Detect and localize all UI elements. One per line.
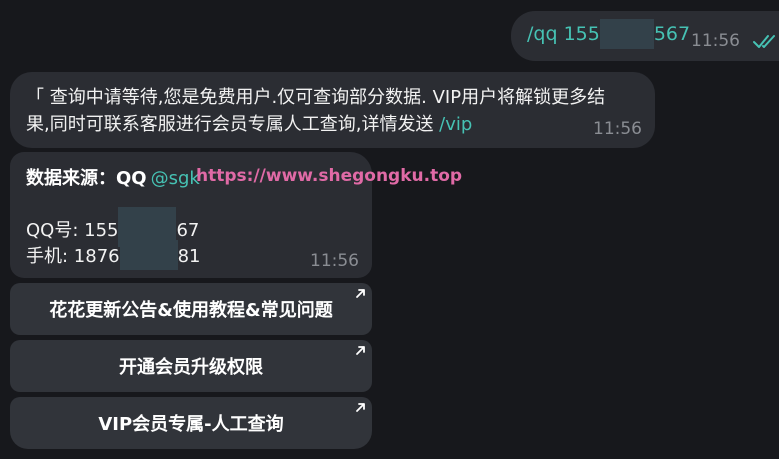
button-label: 花花更新公告&使用教程&常见问题 — [49, 300, 333, 321]
phone-number-line: 手机: 1876 81 — [26, 240, 201, 270]
qq-visible-end: 67 — [176, 220, 200, 241]
phone-visible-start: 1876 — [73, 246, 120, 267]
incoming-result-message[interactable]: 数据来源：QQ @sgk https://www.shegongku.top QQ… — [10, 152, 462, 278]
outgoing-message[interactable]: /qq 155 567 11:56 — [511, 11, 779, 61]
chat-view: /qq 155 567 11:56 「 查询中请等待,您是免费用户.仅可查询部分数… — [0, 0, 779, 459]
notice-line-2-text: 果,同时可联系客服进行会员专属人工查询,详情发送 — [26, 114, 440, 135]
command-text: /qq — [527, 23, 558, 45]
external-link-arrow-icon — [356, 403, 365, 412]
button-label: VIP会员专属-人工查询 — [98, 414, 284, 435]
message-time: 11:56 — [593, 119, 642, 139]
redaction-mask — [599, 19, 654, 49]
message-time: 11:56 — [691, 31, 740, 51]
watermark-url: https://www.shegongku.top — [196, 166, 463, 186]
qq-label: QQ号: — [26, 220, 85, 241]
outgoing-message-text: /qq 155 567 — [527, 19, 691, 49]
data-source-line: 数据来源：QQ @sgk — [26, 164, 200, 190]
number-visible-end: 567 — [653, 23, 691, 45]
data-source-label: 数据来源：QQ — [26, 168, 147, 189]
notice-line-2: 果,同时可联系客服进行会员专属人工查询,详情发送 /vip — [26, 111, 646, 138]
redaction-mask — [119, 240, 178, 270]
button-label: 开通会员升级权限 — [119, 357, 263, 378]
phone-label: 手机: — [26, 246, 74, 267]
external-link-arrow-icon — [356, 289, 365, 298]
message-time: 11:56 — [310, 251, 359, 271]
bot-mention-link[interactable]: @sgk — [151, 168, 200, 189]
notice-text: 「 查询中请等待,您是免费用户.仅可查询部分数据. VIP用户将解锁更多结 果,… — [26, 84, 646, 138]
announcement-tutorial-button[interactable]: 花花更新公告&使用教程&常见问题 — [10, 283, 372, 335]
notice-line-1: 「 查询中请等待,您是免费用户.仅可查询部分数据. VIP用户将解锁更多结 — [26, 87, 606, 108]
external-link-arrow-icon — [356, 346, 365, 355]
upgrade-membership-button[interactable]: 开通会员升级权限 — [10, 340, 372, 392]
double-check-icon — [753, 35, 775, 48]
phone-visible-end: 81 — [177, 246, 201, 267]
incoming-notice-message[interactable]: 「 查询中请等待,您是免费用户.仅可查询部分数据. VIP用户将解锁更多结 果,… — [10, 72, 655, 148]
qq-visible-start: 155 — [84, 220, 119, 241]
vip-manual-query-button[interactable]: VIP会员专属-人工查询 — [10, 397, 372, 449]
vip-command-link[interactable]: /vip — [439, 114, 472, 135]
number-visible-start: 155 — [563, 23, 600, 45]
